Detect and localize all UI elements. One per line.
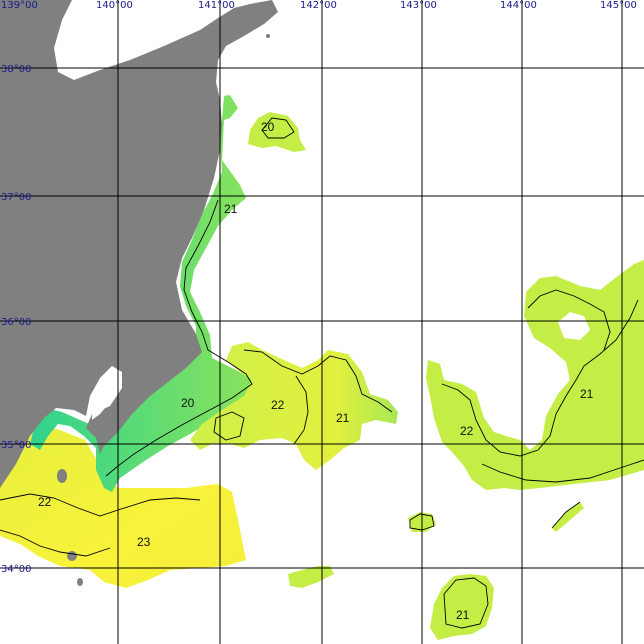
temperature-label: 21 [580, 387, 594, 401]
longitude-label: 145°00 [600, 0, 637, 11]
temperature-label: 21 [224, 202, 238, 216]
temperature-label: 22 [460, 424, 474, 438]
temperature-label: 22 [38, 495, 52, 509]
latitude-label: 34°00 [1, 564, 31, 575]
latitude-label: 36°00 [1, 317, 31, 328]
longitude-label: 140°00 [96, 0, 133, 11]
land-islet-4 [266, 34, 270, 38]
latitude-label: 37°00 [1, 192, 31, 203]
temperature-label: 21 [336, 411, 350, 425]
temperature-label: 20 [181, 396, 195, 410]
land-islet-3 [77, 578, 83, 586]
temperature-label: 22 [271, 398, 285, 412]
longitude-label: 143°00 [400, 0, 437, 11]
latitude-label: 35°00 [1, 440, 31, 451]
longitude-label: 142°00 [300, 0, 337, 11]
land-islet-1 [57, 469, 67, 483]
latitude-label: 38°00 [1, 64, 31, 75]
sea-surface-temperature-map: 139°00 140°00 141°00 142°00 143°00 144°0… [0, 0, 644, 644]
land-islet-2 [67, 551, 77, 561]
temperature-label: 20 [261, 120, 275, 134]
longitude-label: 144°00 [500, 0, 537, 11]
temperature-label: 21 [456, 608, 470, 622]
temperature-label: 23 [137, 535, 151, 549]
longitude-label: 139°00 [1, 0, 38, 11]
longitude-label: 141°00 [198, 0, 235, 11]
